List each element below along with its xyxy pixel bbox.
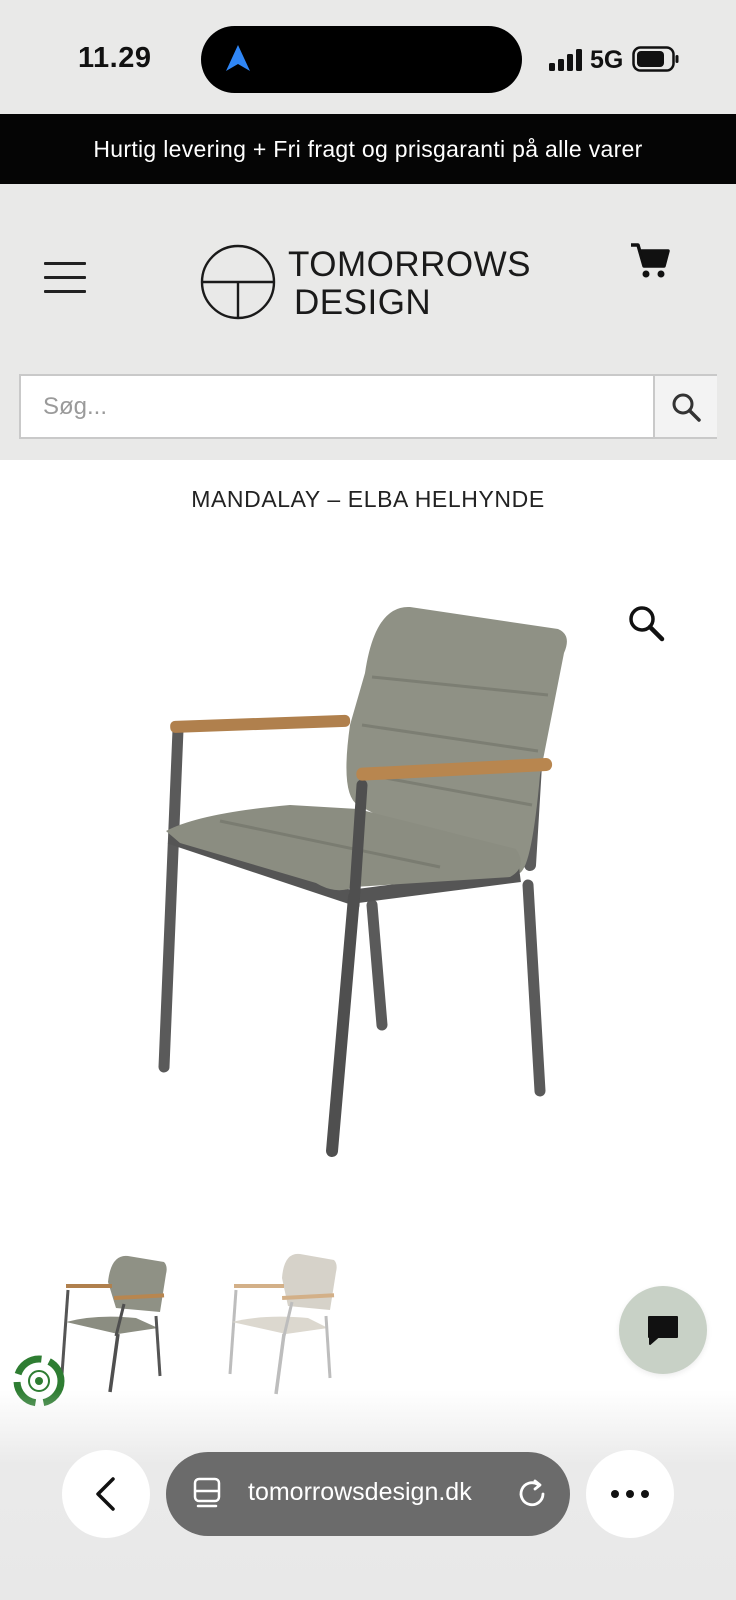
back-chevron-icon: [96, 1477, 115, 1511]
product-thumbnail-1[interactable]: [56, 1252, 176, 1402]
search-button[interactable]: [653, 376, 717, 437]
browser-back-button[interactable]: [62, 1450, 150, 1538]
logo-text: TOMORROWS DESIGN: [288, 246, 531, 322]
logo-mark-icon: [200, 244, 276, 320]
page-icon: [193, 1477, 221, 1508]
search-input[interactable]: [21, 376, 653, 437]
product-image-chair[interactable]: [140, 605, 580, 1185]
site-logo[interactable]: TOMORROWS DESIGN: [200, 244, 540, 324]
search-icon: [672, 393, 701, 422]
location-arrow-icon: [226, 45, 250, 71]
more-dots-icon: [611, 1490, 649, 1498]
status-bar: 11.29 5G: [0, 0, 736, 114]
hamburger-menu-button[interactable]: [44, 262, 88, 296]
cart-icon[interactable]: [630, 242, 670, 280]
signal-bars-icon: [549, 49, 582, 71]
product-title: MANDALAY – ELBA HELHYNDE: [191, 486, 545, 512]
network-label: 5G: [590, 46, 624, 74]
status-time: 11.29: [78, 42, 152, 74]
chat-button[interactable]: [619, 1286, 707, 1374]
battery-icon: [632, 46, 679, 72]
url-text: tomorrowsdesign.dk: [248, 1478, 472, 1506]
logo-line-2: DESIGN: [294, 283, 432, 322]
promo-banner: Hurtig levering + Fri fragt og prisgaran…: [0, 114, 736, 184]
promo-text: Hurtig levering + Fri fragt og prisgaran…: [93, 135, 643, 162]
address-bar[interactable]: tomorrowsdesign.dk: [166, 1452, 570, 1536]
search-bar: [19, 374, 717, 439]
browser-more-button[interactable]: [586, 1450, 674, 1538]
site-header: TOMORROWS DESIGN: [0, 184, 736, 460]
chat-bubble-icon: [648, 1316, 678, 1345]
logo-line-1: TOMORROWS: [288, 245, 532, 284]
product-thumbnail-2[interactable]: [224, 1250, 344, 1400]
hamburger-line: [44, 276, 86, 279]
dynamic-island: [201, 26, 522, 93]
hamburger-menu-icon: [44, 262, 86, 265]
magnifier-icon[interactable]: [627, 604, 665, 642]
hamburger-line: [44, 290, 86, 293]
reload-icon[interactable]: [516, 1478, 548, 1510]
